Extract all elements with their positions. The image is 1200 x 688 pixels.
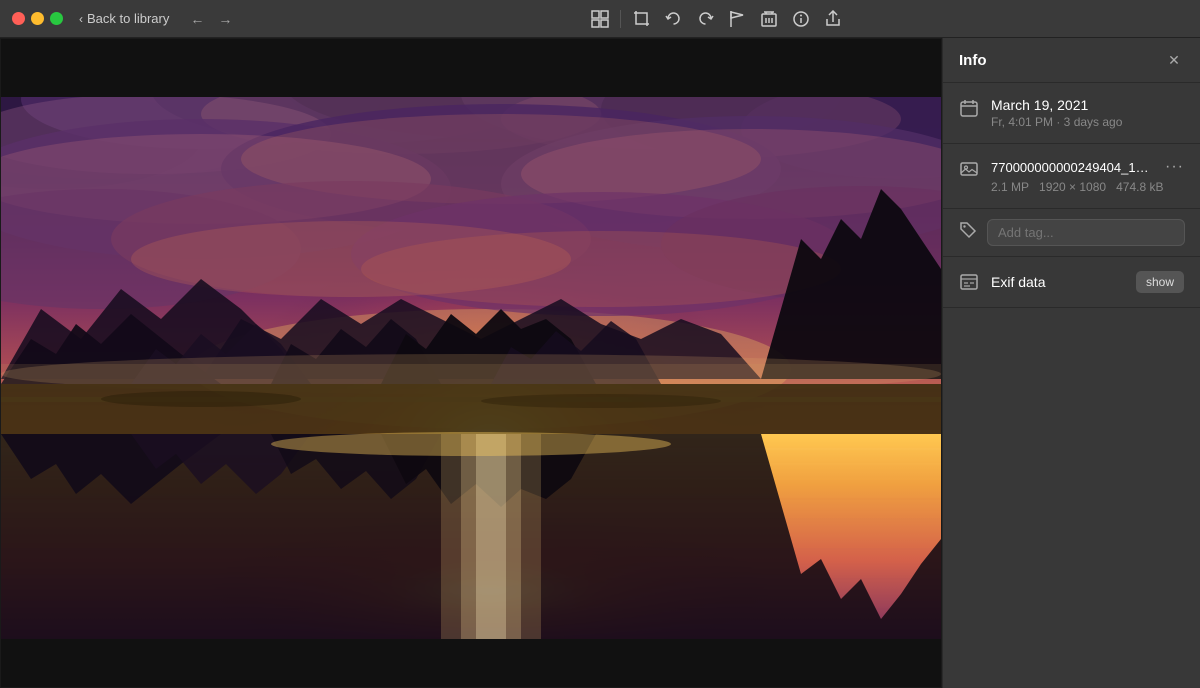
info-panel-title: Info (959, 52, 987, 69)
info-date-section: March 19, 2021 Fr, 4:01 PM · 3 days ago (943, 83, 1200, 144)
flag-button[interactable] (723, 5, 751, 33)
tag-section (943, 209, 1200, 257)
back-to-library-button[interactable]: ‹ Back to library (79, 11, 169, 26)
info-filename-section: 770000000000249404_1… ··· 2.1 MP 1920 × … (943, 144, 1200, 209)
fullscreen-traffic-light[interactable] (50, 12, 63, 25)
exif-label: Exif data (991, 274, 1124, 290)
zoom-button[interactable] (586, 5, 614, 33)
resolution: 1920 × 1080 (1039, 180, 1106, 194)
image-viewer[interactable] (0, 38, 942, 688)
back-chevron-icon: ‹ (79, 12, 83, 26)
date-main: March 19, 2021 (991, 97, 1184, 113)
megapixels: 2.1 MP (991, 180, 1029, 194)
back-label: Back to library (87, 11, 169, 26)
filename-row: 770000000000249404_1… ··· (991, 158, 1184, 176)
titlebar: ‹ Back to library ← → (0, 0, 1200, 38)
exif-icon (959, 273, 979, 291)
more-options-button[interactable]: ··· (1165, 158, 1184, 176)
photo-meta: 2.1 MP 1920 × 1080 474.8 kB (991, 180, 1184, 194)
photo-icon (959, 160, 979, 178)
info-close-button[interactable]: ✕ (1164, 50, 1184, 70)
exif-section: Exif data show (943, 257, 1200, 308)
nav-arrows: ← → (185, 9, 237, 29)
tag-input[interactable] (987, 219, 1185, 246)
file-size: 474.8 kB (1116, 180, 1163, 194)
filename-text: 770000000000249404_1… (991, 160, 1149, 175)
date-sub: Fr, 4:01 PM · 3 days ago (991, 115, 1184, 129)
tag-icon (959, 221, 977, 244)
info-header: Info ✕ (943, 38, 1200, 83)
crop-button[interactable] (627, 5, 655, 33)
rotate-ccw-button[interactable] (659, 5, 687, 33)
info-panel: Info ✕ March 19, 2021 Fr, 4:01 PM · 3 da… (942, 38, 1200, 688)
toolbar-divider-1 (620, 10, 621, 28)
filename-content: 770000000000249404_1… ··· 2.1 MP 1920 × … (991, 158, 1184, 194)
delete-button[interactable] (755, 5, 783, 33)
content-area: Info ✕ March 19, 2021 Fr, 4:01 PM · 3 da… (0, 38, 1200, 688)
traffic-lights (12, 12, 63, 25)
minimize-traffic-light[interactable] (31, 12, 44, 25)
photo-canvas (1, 39, 941, 687)
info-button[interactable] (787, 5, 815, 33)
share-button[interactable] (819, 5, 847, 33)
toolbar (245, 5, 1188, 33)
exif-show-button[interactable]: show (1136, 271, 1184, 293)
nav-back-button[interactable]: ← (185, 9, 209, 29)
date-content: March 19, 2021 Fr, 4:01 PM · 3 days ago (991, 97, 1184, 129)
nav-forward-button[interactable]: → (213, 9, 237, 29)
rotate-cw-button[interactable] (691, 5, 719, 33)
calendar-icon (959, 99, 979, 117)
close-traffic-light[interactable] (12, 12, 25, 25)
